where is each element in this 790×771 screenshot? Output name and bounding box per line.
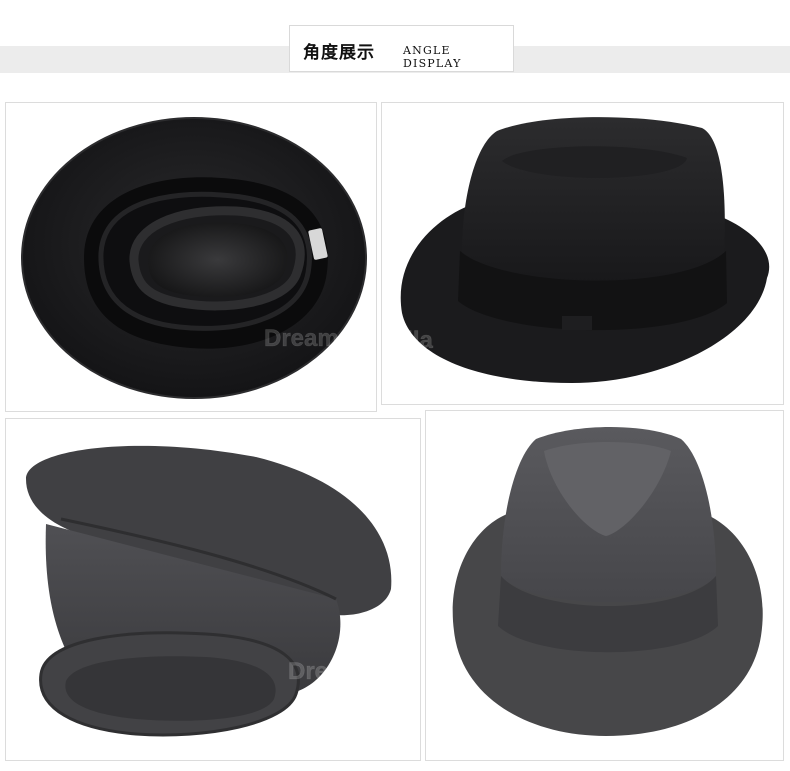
section-title-en: ANGLE DISPLAY — [403, 44, 462, 70]
watermark-text: DreamsinAvila — [264, 325, 377, 352]
hat-illustration: DreamsinAvila — [26, 445, 421, 737]
hat-illustration: DreamsinAvila — [426, 427, 763, 736]
section-title-cn: 角度展示 — [303, 43, 375, 63]
section-title-box: 角度展示 ANGLE DISPLAY — [289, 25, 514, 72]
hat-illustration: DreamsinAvila — [382, 117, 770, 383]
photo-black-hat-side: DreamsinAvila — [381, 102, 784, 405]
photo-gray-hat-upside-down: DreamsinAvila — [5, 418, 421, 761]
watermark-text-part3: DreamsinAvila — [288, 658, 421, 685]
hat-illustration: DreamsinAvila — [21, 117, 377, 399]
watermark-text-part2: DreamsinAvila — [382, 327, 434, 354]
photo-gray-hat-front: DreamsinAvila — [425, 410, 784, 761]
watermark-text-part4: DreamsinAvila — [426, 655, 451, 682]
photo-black-hat-inside: DreamsinAvila — [5, 102, 377, 412]
